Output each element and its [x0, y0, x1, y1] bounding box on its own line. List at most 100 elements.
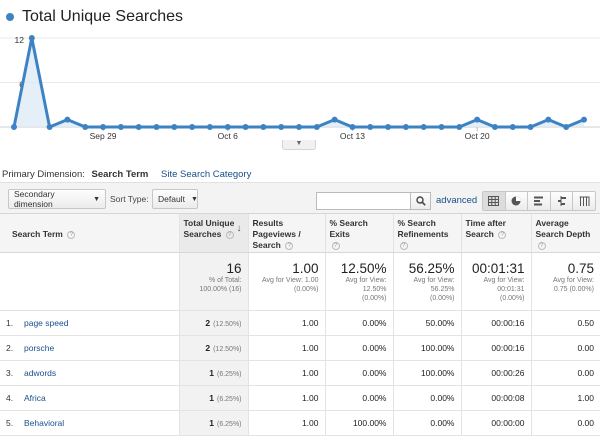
table-search-input[interactable] — [316, 192, 411, 210]
view-pie-button[interactable] — [506, 192, 529, 210]
search-term-link[interactable]: adwords — [24, 368, 56, 378]
total-unique-value: 2 — [205, 317, 211, 328]
total-unique-value: 1 — [209, 392, 214, 403]
search-refinements-cell: 100.00% — [392, 360, 461, 386]
search-term-link[interactable]: porsche — [24, 343, 54, 353]
data-point[interactable] — [206, 124, 213, 130]
data-point[interactable] — [313, 124, 320, 130]
data-point[interactable] — [100, 124, 107, 130]
total-value: 0.75 — [567, 260, 594, 276]
bar-list-icon — [533, 196, 543, 206]
chevron-down-icon: ▼ — [190, 195, 198, 203]
header-total-unique-searches[interactable]: Total Unique Searches ? ↓ — [178, 214, 248, 253]
total-value: 56.25% — [408, 260, 455, 276]
search-term-link[interactable]: Behavioral — [24, 418, 64, 428]
data-point[interactable] — [563, 124, 570, 130]
total-value: 00:01:31 — [471, 260, 525, 276]
total-sub: Avg for View: — [413, 276, 455, 284]
help-icon[interactable]: ? — [285, 241, 294, 250]
row-rank: 2. — [6, 342, 14, 353]
data-point[interactable] — [260, 124, 267, 130]
data-point[interactable] — [11, 124, 17, 130]
total-value: 1.00 — [292, 260, 319, 276]
header-search-term[interactable]: Search Term ? — [0, 214, 179, 253]
site-search-category-link[interactable]: Site Search Category — [161, 169, 251, 180]
search-refinements-cell: 0.00% — [392, 385, 461, 411]
header-time-after-search[interactable]: Time after Search ? — [460, 214, 531, 253]
header-search-term-label: Search Term — [12, 229, 63, 240]
data-point[interactable] — [420, 124, 427, 130]
data-point[interactable] — [509, 124, 516, 130]
search-exits-cell: 0.00% — [324, 335, 393, 361]
totals-label-cell — [0, 252, 179, 311]
data-point[interactable] — [153, 124, 160, 130]
header-search-exits[interactable]: % Search Exits ? — [324, 214, 393, 253]
total-unique-value: 1 — [209, 367, 214, 378]
data-point[interactable] — [349, 124, 356, 130]
header-search-refinements[interactable]: % Search Refinements ? — [392, 214, 461, 253]
chart-expand-toggle[interactable]: ▼ — [282, 140, 316, 150]
help-icon[interactable]: ? — [537, 241, 546, 250]
view-data-table-button[interactable] — [483, 192, 506, 210]
data-point[interactable] — [331, 116, 338, 123]
primary-dimension-label: Primary Dimension: — [2, 169, 85, 180]
header-results-pageviews[interactable]: Results Pageviews / Search ? — [247, 214, 325, 253]
data-point[interactable] — [278, 124, 285, 130]
sort-type-label: Sort Type: — [110, 194, 149, 204]
data-point[interactable] — [46, 124, 53, 130]
search-exits-cell: 0.00% — [324, 360, 393, 386]
header-search-refinements-label: % Search Refinements — [397, 218, 449, 239]
y-tick-label: 12 — [15, 35, 25, 45]
data-point[interactable] — [402, 124, 409, 130]
sort-type-dropdown[interactable]: Default ▼ — [152, 189, 198, 209]
search-term-cell: 3. adwords — [0, 360, 179, 386]
data-point[interactable] — [491, 124, 498, 130]
time-after-search-cell: 00:00:16 — [460, 310, 531, 336]
total-sub: (0.00%) — [429, 294, 455, 302]
data-point[interactable] — [474, 116, 481, 123]
data-point[interactable] — [82, 124, 89, 130]
data-point[interactable] — [224, 124, 231, 130]
total-unique-value: 1 — [209, 417, 214, 428]
data-point[interactable] — [456, 124, 463, 130]
sort-descending-icon: ↓ — [236, 223, 242, 234]
advanced-filter-link[interactable]: advanced — [436, 195, 477, 206]
search-term-link[interactable]: page speed — [24, 318, 68, 328]
total-sub: Avg for View: — [345, 276, 387, 284]
data-point[interactable] — [438, 124, 445, 130]
data-point[interactable] — [527, 124, 534, 130]
search-term-link[interactable]: Africa — [24, 393, 46, 403]
data-point[interactable] — [28, 35, 35, 41]
data-point[interactable] — [189, 124, 196, 130]
data-point[interactable] — [117, 124, 124, 130]
data-point[interactable] — [242, 124, 249, 130]
secondary-dimension-dropdown[interactable]: Secondary dimension ▼ — [8, 189, 106, 209]
help-icon[interactable]: ? — [225, 230, 234, 239]
total-unique-searches-cell: 2 (12.50%) — [178, 335, 248, 361]
data-point[interactable] — [135, 124, 142, 130]
view-performance-button[interactable] — [528, 192, 551, 210]
comparison-icon — [557, 196, 566, 206]
data-point[interactable] — [296, 124, 302, 130]
help-icon[interactable]: ? — [331, 241, 340, 250]
help-icon[interactable]: ? — [498, 230, 507, 239]
search-button[interactable] — [411, 192, 431, 210]
data-point[interactable] — [545, 116, 552, 123]
header-average-search-depth[interactable]: Average Search Depth ? — [530, 214, 600, 253]
view-comparison-button[interactable] — [551, 192, 574, 210]
view-pivot-button[interactable] — [573, 192, 595, 210]
data-point[interactable] — [581, 116, 587, 123]
help-icon[interactable]: ? — [399, 241, 408, 250]
total-sub: 00:01:31 — [497, 285, 525, 293]
data-point[interactable] — [385, 124, 392, 130]
pie-chart-icon — [511, 196, 521, 206]
data-point[interactable] — [64, 116, 71, 123]
results-pageviews-cell: 1.00 — [247, 410, 325, 436]
average-search-depth-cell: 0.50 — [530, 310, 600, 336]
results-pageviews-cell: 1.00 — [247, 310, 325, 336]
average-search-depth-cell: 0.00 — [530, 335, 600, 361]
data-point[interactable] — [171, 124, 178, 130]
data-point[interactable] — [367, 124, 374, 130]
x-tick-label: Oct 13 — [340, 131, 365, 141]
help-icon[interactable]: ? — [67, 231, 76, 239]
